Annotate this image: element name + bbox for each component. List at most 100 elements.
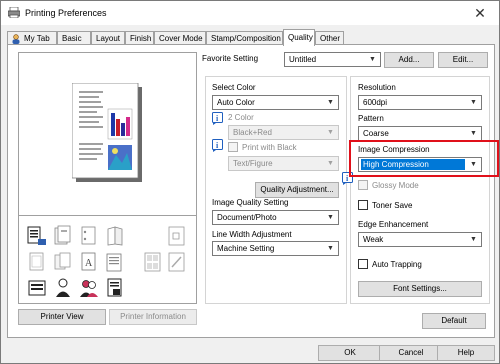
print-with-black-select[interactable]: Text/Figure ▼ [228, 156, 339, 171]
tab-label: Finish [130, 34, 152, 43]
quality-tab-panel: A Printer View Printer Information Favor… [7, 44, 499, 338]
tab-label: Quality [288, 33, 313, 42]
two-color-select[interactable]: Black+Red ▼ [228, 125, 339, 140]
chevron-down-icon: ▼ [369, 56, 376, 63]
select-color-label: Select Color [212, 83, 256, 92]
edge-enhancement-label: Edge Enhancement [358, 220, 429, 229]
edge-enhancement-select[interactable]: Weak ▼ [358, 232, 482, 247]
document-preview-icon [72, 83, 142, 182]
help-label: Help [457, 348, 475, 357]
auto-trapping-label: Auto Trapping [372, 260, 422, 269]
close-button[interactable]: ✕ [469, 3, 491, 23]
line-width-adjustment-select[interactable]: Machine Setting ▼ [212, 241, 339, 256]
printer-view-label: Printer View [40, 312, 84, 321]
tab-label: Layout [96, 34, 121, 43]
image-quality-setting-select[interactable]: Document/Photo ▼ [212, 210, 339, 225]
auto-trapping-checkbox[interactable] [358, 259, 368, 269]
staple-icon [54, 225, 71, 245]
favorite-add-button[interactable]: Add... [384, 52, 434, 68]
function-icons-area: A [19, 217, 196, 304]
tab-cover-mode[interactable]: Cover Mode [154, 31, 206, 45]
tab-finish[interactable]: Finish [125, 31, 154, 45]
user-icon [12, 34, 20, 44]
font-settings-label: Font Settings... [393, 284, 447, 293]
printer-information-label: Printer Information [120, 312, 186, 321]
quality-adjustment-button[interactable]: Quality Adjustment... [255, 182, 339, 198]
tab-other[interactable]: Other [315, 31, 344, 45]
tab-label: Basic [62, 34, 82, 43]
svg-text:A: A [85, 258, 93, 269]
edit-label: Edit... [452, 55, 474, 64]
chevron-down-icon: ▼ [470, 99, 477, 106]
glossy-mode-checkbox[interactable] [358, 180, 368, 190]
account-track-icon [80, 280, 98, 297]
chevron-down-icon: ▼ [470, 130, 477, 137]
chevron-down-icon: ▼ [327, 99, 334, 106]
storage-box-icon [28, 280, 46, 296]
print-with-black-value: Text/Figure [233, 159, 273, 168]
edge-enhancement-value: Weak [363, 235, 384, 244]
ok-button[interactable]: OK [318, 345, 382, 361]
favorite-setting-label: Favorite Setting [202, 54, 259, 63]
tab-basic[interactable]: Basic [57, 31, 91, 45]
line-width-adjustment-label: Line Width Adjustment [212, 230, 292, 239]
booklet-icon [106, 253, 122, 272]
select-color-select[interactable]: Auto Color ▼ [212, 95, 339, 110]
printer-information-button[interactable]: Printer Information [109, 309, 197, 325]
print-with-black-checkbox[interactable] [228, 142, 238, 152]
image-compression-callout-box [349, 140, 499, 177]
tab-label: Cover Mode [159, 34, 203, 43]
ok-label: OK [344, 348, 356, 357]
font-settings-button[interactable]: Font Settings... [358, 281, 482, 297]
help-button[interactable]: Help [437, 345, 495, 361]
toner-save-label: Toner Save [372, 201, 413, 210]
tab-label: My Tab [24, 34, 50, 43]
tab-stamp-composition[interactable]: Stamp/Composition [206, 31, 283, 45]
preview-pane: A [18, 52, 197, 304]
chevron-down-icon: ▼ [470, 236, 477, 243]
favorite-setting-value: Untitled [289, 55, 317, 64]
tab-quality[interactable]: Quality [283, 29, 315, 46]
printer-icon [8, 7, 20, 18]
print-with-black-label: Print with Black [242, 143, 297, 152]
fold-icon [107, 226, 123, 246]
toner-save-checkbox[interactable] [358, 200, 368, 210]
two-color-value: Black+Red [233, 128, 272, 137]
image-quality-setting-label: Image Quality Setting [212, 198, 289, 207]
layout-grid-icon [144, 252, 161, 272]
duplex-icon [54, 252, 71, 270]
chevron-down-icon: ▼ [327, 160, 334, 167]
resolution-value: 600dpi [363, 98, 388, 107]
info-icon: i [212, 139, 223, 152]
add-label: Add... [398, 55, 420, 64]
resolution-select[interactable]: 600dpi ▼ [358, 95, 482, 110]
select-color-value: Auto Color [217, 98, 255, 107]
stamp-icon [168, 226, 185, 246]
glossy-mode-label: Glossy Mode [372, 181, 419, 190]
page-preview [19, 53, 196, 216]
tab-label: Stamp/Composition [211, 34, 281, 43]
favorite-setting-select[interactable]: Untitled ▼ [284, 52, 381, 67]
title-bar: Printing Preferences ✕ [1, 1, 499, 25]
resolution-label: Resolution [358, 83, 396, 92]
chevron-down-icon: ▼ [327, 129, 334, 136]
text-page-icon: A [81, 252, 96, 271]
chevron-down-icon: ▼ [327, 245, 334, 252]
pattern-label: Pattern [358, 114, 384, 123]
cancel-label: Cancel [398, 348, 424, 357]
default-button[interactable]: Default [422, 313, 486, 329]
two-color-label: 2 Color [228, 113, 254, 122]
default-label: Default [441, 316, 467, 325]
image-quality-setting-value: Document/Photo [217, 213, 277, 222]
pattern-select[interactable]: Coarse ▼ [358, 126, 482, 141]
output-settings-group [350, 76, 490, 304]
close-icon: ✕ [474, 5, 486, 21]
watermark-icon [168, 252, 185, 272]
tab-my-tab[interactable]: My Tab [7, 31, 57, 45]
print-with-attached-sheet-icon [27, 226, 46, 245]
quality-adjustment-label: Quality Adjustment... [260, 185, 334, 194]
favorite-edit-button[interactable]: Edit... [438, 52, 488, 68]
cancel-button[interactable]: Cancel [379, 345, 443, 361]
tab-layout[interactable]: Layout [91, 31, 125, 45]
printer-view-button[interactable]: Printer View [18, 309, 106, 325]
